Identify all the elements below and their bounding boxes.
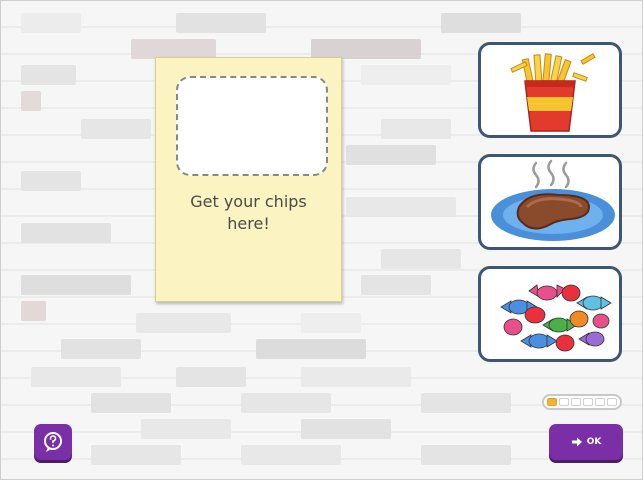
help-button[interactable]	[34, 424, 72, 460]
progress-bar	[542, 394, 622, 410]
option-card-chips[interactable]	[478, 42, 622, 138]
ok-button[interactable]: OK	[549, 424, 623, 460]
progress-segment	[607, 398, 617, 406]
progress-segment	[571, 398, 581, 406]
arrow-right-icon	[571, 437, 582, 447]
option-card-steak[interactable]	[478, 154, 622, 250]
progress-segment	[583, 398, 593, 406]
poster-text: Get your chips here!	[190, 192, 307, 233]
ok-label: OK	[586, 437, 602, 447]
game-stage: Get your chips here! OK	[0, 0, 643, 480]
progress-segment	[559, 398, 569, 406]
option-card-sweets[interactable]	[478, 266, 622, 362]
progress-segment	[595, 398, 605, 406]
progress-segment	[547, 398, 557, 406]
question-icon	[44, 432, 62, 452]
steak-icon	[491, 159, 615, 241]
sweets-icon	[500, 284, 612, 352]
drop-zone[interactable]	[176, 76, 328, 176]
chips-icon	[510, 53, 596, 132]
poster: Get your chips here!	[155, 57, 342, 302]
